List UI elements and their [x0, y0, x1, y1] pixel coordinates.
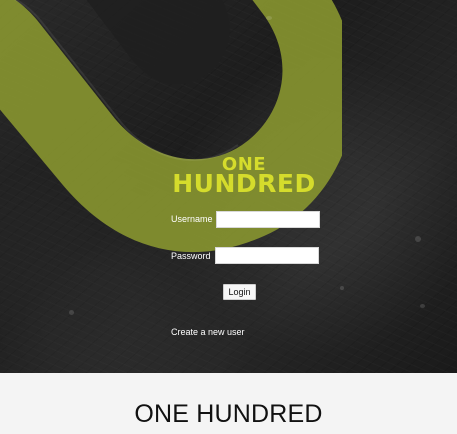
texture-speck — [420, 304, 425, 308]
brand-logo: ONE HUNDRED — [171, 156, 317, 199]
texture-speck — [415, 236, 421, 242]
password-field[interactable] — [215, 247, 319, 264]
page-caption-title: ONE HUNDRED — [134, 400, 323, 428]
username-label: Username — [171, 214, 213, 224]
brand-logo-line-hundred: HUNDRED — [172, 168, 316, 198]
stylized-u-logo-shape-icon — [0, 0, 342, 253]
texture-speck — [266, 16, 272, 20]
create-new-user-link[interactable]: Create a new user — [171, 327, 245, 337]
texture-speck — [340, 286, 344, 290]
texture-speck — [69, 310, 74, 315]
login-hero-panel: ONE HUNDRED Username Password Login Crea… — [0, 0, 457, 373]
username-field[interactable] — [216, 211, 320, 228]
password-label: Password — [171, 251, 211, 261]
login-button[interactable]: Login — [223, 284, 256, 300]
